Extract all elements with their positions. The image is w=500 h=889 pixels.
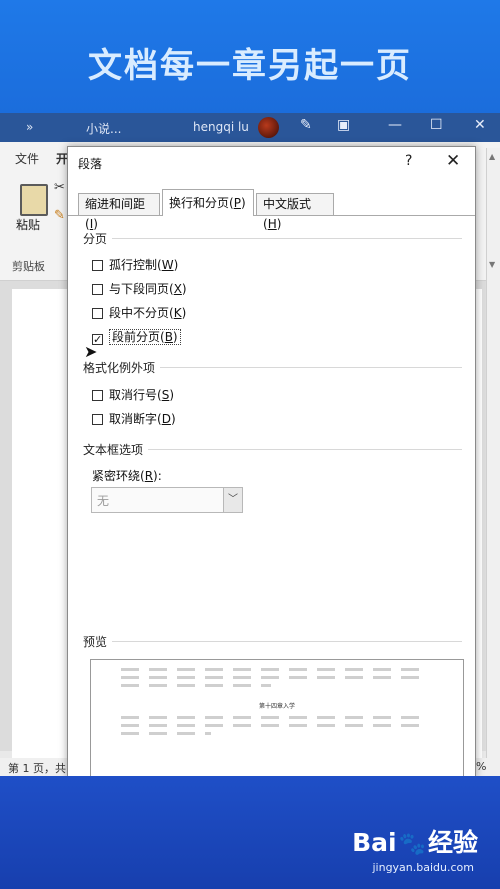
keep-lines-together-checkbox[interactable] [92,308,103,319]
keep-with-next-checkbox[interactable] [92,284,103,295]
paw-icon: 🐾 [398,832,426,857]
minimize-icon[interactable]: — [388,117,402,133]
format-exceptions-group-title: 格式化例外项 [83,361,156,375]
tab-line-page-breaks[interactable]: 换行和分页(P) [162,189,254,216]
preview-text-line [121,732,211,735]
preview-text-line [121,668,421,671]
user-avatar[interactable] [258,117,279,138]
tab-indents-spacing[interactable]: 缩进和间距(I) [78,193,160,231]
preview-divider [112,641,462,642]
pen-icon[interactable]: ✎ [300,117,312,133]
tab-asian-typography[interactable]: 中文版式(H) [256,193,334,231]
maximize-icon[interactable]: ☐ [430,117,443,133]
paragraph-dialog: 段落 ? ✕ 缩进和间距(I) 换行和分页(P) 中文版式(H) 分页 孤行控制… [67,146,476,778]
bottom-banner: Bai🐾经验 jingyan.baidu.com [0,776,500,889]
textbox-options-group-title: 文本框选项 [83,443,144,457]
paste-icon[interactable] [20,184,48,216]
preview-text-line [121,684,271,687]
preview-title: 预览 [83,635,108,649]
close-window-icon[interactable]: ✕ [474,117,486,133]
vertical-scrollbar[interactable]: ▲ ▼ [486,148,500,776]
keep-lines-together-option[interactable]: 段中不分页(K) [92,305,186,323]
zoom-level[interactable]: % [476,760,486,773]
scroll-down-icon[interactable]: ▼ [489,260,495,269]
pagination-group-title: 分页 [83,232,108,246]
document-name: 小说... [86,122,122,136]
format-painter-icon[interactable]: ✎ [54,208,65,223]
textbox-options-divider [148,449,462,450]
keep-with-next-option[interactable]: 与下段同页(X) [92,281,187,299]
preview-heading: 第十四章入学 [258,703,295,710]
tight-wrap-label: 紧密环绕(R): [92,469,162,483]
page-break-before-option[interactable]: ✓ 段前分页(B) [92,329,181,347]
dialog-tabs: 缩进和间距(I) 换行和分页(P) 中文版式(H) [68,189,475,231]
preview-text-line [121,716,421,719]
paste-button-label[interactable]: 粘贴 [16,216,40,233]
watermark-site: jingyan.baidu.com [372,861,474,874]
preview-box: 第十四章入学 [90,659,464,777]
format-exceptions-divider [160,367,462,368]
page-count[interactable]: 第 1 页，共 [8,760,66,776]
scroll-up-icon[interactable]: ▲ [489,152,495,161]
close-dialog-button[interactable]: ✕ [446,151,460,171]
dont-hyphenate-checkbox[interactable] [92,414,103,425]
user-name[interactable]: hengqi lu [193,120,249,134]
mouse-cursor-icon: ➤ [84,342,98,361]
tight-wrap-value: 无 [97,494,110,508]
widow-control-option[interactable]: 孤行控制(W) [92,257,178,275]
banner-title: 文档每一章另起一页 [88,46,412,86]
ribbon-display-icon[interactable]: ▣ [337,117,350,133]
widow-control-checkbox[interactable] [92,260,103,271]
help-button[interactable]: ? [405,153,412,169]
suppress-line-numbers-checkbox[interactable] [92,390,103,401]
cut-icon[interactable]: ✂ [54,180,65,195]
tight-wrap-select[interactable]: 无 ﹀ [91,487,243,513]
word-titlebar: » 小说... hengqi lu ✎ ▣ — ☐ ✕ [0,113,500,142]
dont-hyphenate-option[interactable]: 取消断字(D) [92,411,176,429]
quick-access-overflow[interactable]: » [26,120,33,134]
preview-text-line [121,676,421,679]
baidu-watermark: Bai🐾经验 [352,828,478,857]
preview-text-line [121,724,421,727]
clipboard-group-label: 剪贴板 [12,260,45,273]
tab-file[interactable]: 文件 [15,150,39,167]
chevron-down-icon[interactable]: ﹀ [223,488,242,512]
top-banner: 文档每一章另起一页 [0,0,500,113]
dialog-title: 段落 [78,157,103,171]
pagination-divider [112,238,462,239]
suppress-line-numbers-option[interactable]: 取消行号(S) [92,387,174,405]
